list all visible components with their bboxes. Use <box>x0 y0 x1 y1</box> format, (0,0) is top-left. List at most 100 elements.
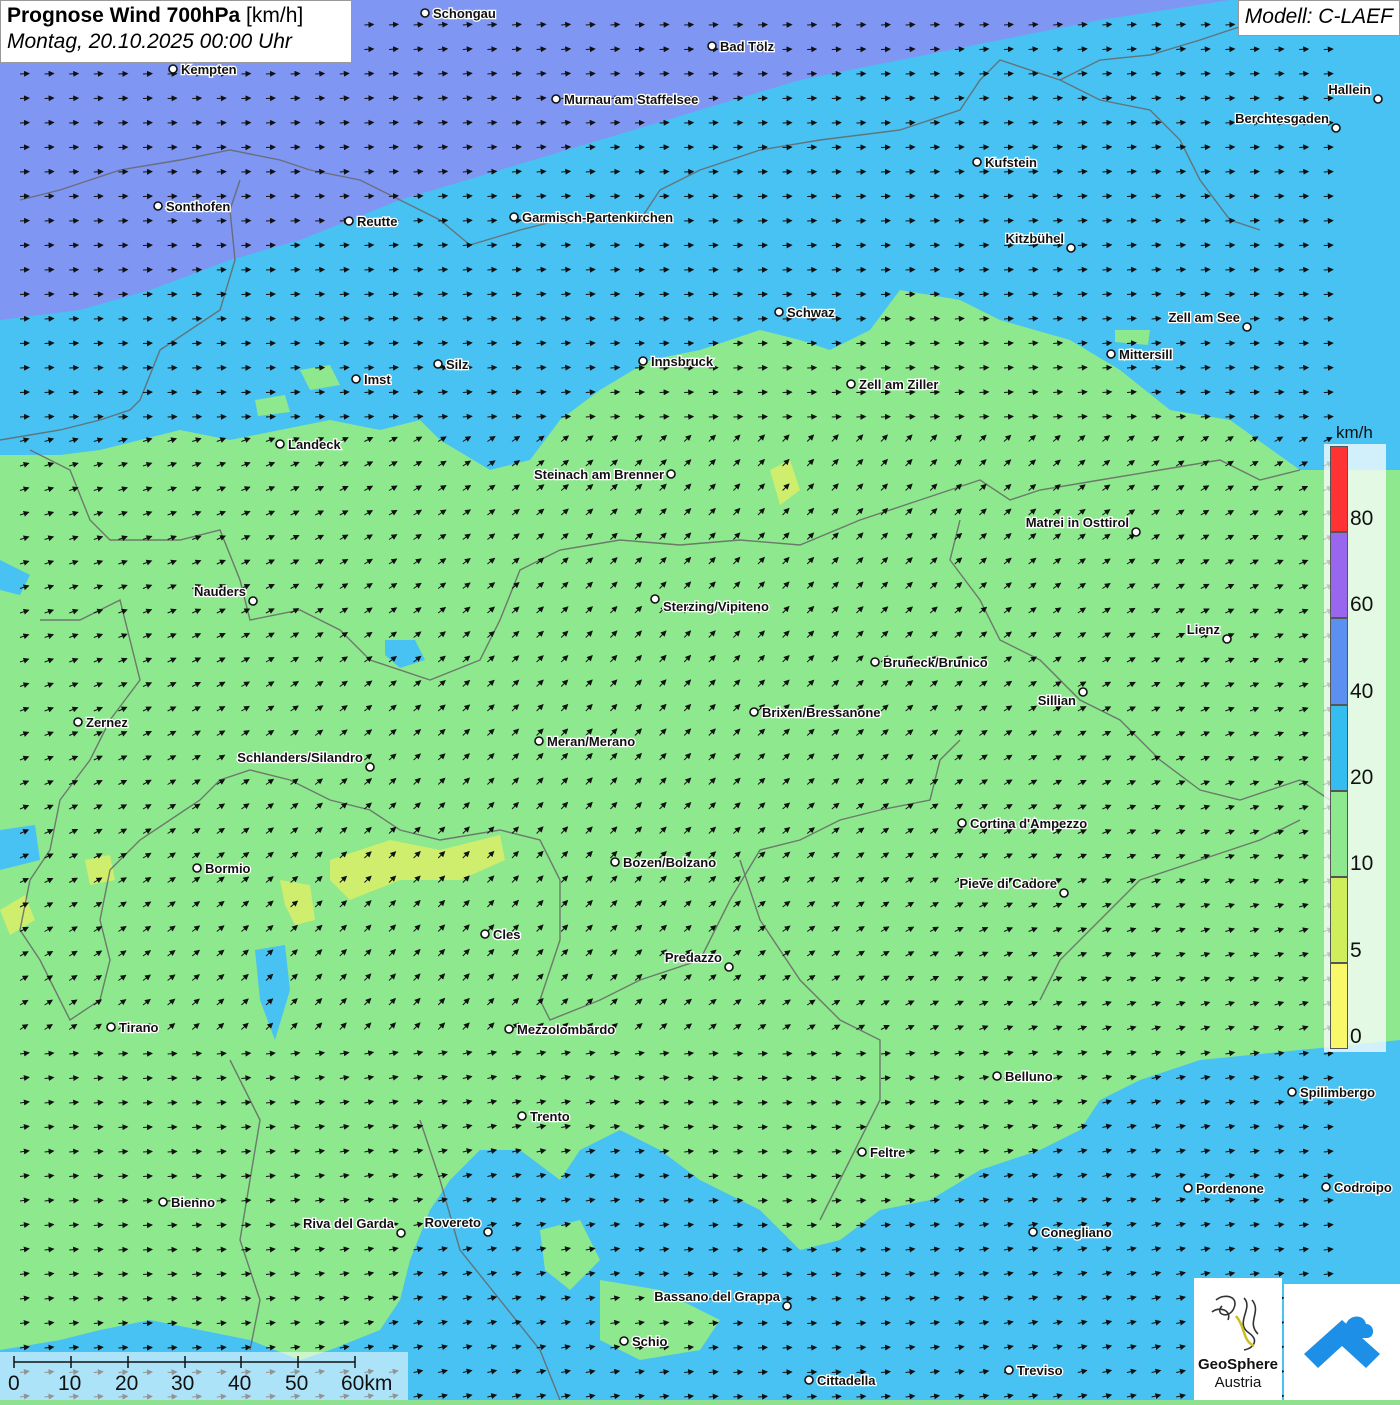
wind-arrow <box>192 1053 201 1054</box>
city-dot <box>639 357 647 365</box>
wind-arrow <box>930 196 939 197</box>
wind-arrow <box>20 417 29 418</box>
wind-arrow <box>1029 73 1038 74</box>
city-dot <box>397 1229 405 1237</box>
wind-arrow <box>955 73 964 74</box>
wind-arrow <box>979 269 988 270</box>
wind-arrow <box>118 1200 127 1201</box>
wind-arrow <box>906 196 915 197</box>
city-dot <box>858 1148 866 1156</box>
city-dot <box>1132 528 1140 536</box>
wind-arrow <box>1299 245 1308 246</box>
wind-arrow <box>1201 392 1210 393</box>
wind-arrow <box>1176 73 1185 74</box>
wind-arrow <box>979 245 988 246</box>
wind-arrow <box>1078 147 1087 148</box>
wind-arrow <box>783 1323 792 1324</box>
wind-arrow <box>906 25 915 26</box>
wind-arrow <box>315 172 324 173</box>
wind-arrow <box>143 1078 152 1079</box>
wind-arrow <box>364 196 373 197</box>
city-marker[interactable]: Cortina d'Ampezzo <box>958 816 1087 831</box>
wind-arrow <box>192 1078 201 1079</box>
wind-arrow <box>1127 24 1136 25</box>
wind-arrow <box>561 318 570 319</box>
wind-arrow <box>660 392 669 393</box>
city-marker[interactable]: Innsbruck <box>639 354 714 369</box>
wind-arrow <box>414 147 423 148</box>
wind-arrow <box>979 196 988 197</box>
wind-arrow <box>955 122 964 123</box>
city-label: Schio <box>632 1334 667 1349</box>
city-marker[interactable]: Mezzolombardo <box>505 1022 615 1037</box>
wind-arrow <box>1201 269 1210 270</box>
city-marker[interactable]: Pordenone <box>1184 1181 1264 1196</box>
city-label: Bormio <box>205 861 251 876</box>
city-marker[interactable]: Meran/Merano <box>535 734 635 749</box>
city-label: Zell am Ziller <box>859 377 938 392</box>
city-marker[interactable]: Conegliano <box>1029 1225 1112 1240</box>
wind-arrow <box>20 343 29 344</box>
wind-arrow <box>414 269 423 270</box>
wind-arrow <box>20 319 29 320</box>
legend-swatch <box>1330 618 1348 704</box>
wind-arrow <box>660 172 669 173</box>
wind-arrow <box>1004 318 1013 319</box>
wind-arrow <box>832 1151 841 1152</box>
wind-arrow <box>487 196 496 197</box>
wind-arrow <box>315 343 324 344</box>
wind-arrow <box>1299 417 1308 418</box>
wind-arrow <box>438 294 447 295</box>
city-marker[interactable]: Bozen/Bolzano <box>611 855 716 870</box>
wind-arrow <box>758 1053 767 1054</box>
wind-arrow <box>955 367 964 368</box>
wind-arrow <box>807 1298 816 1299</box>
wind-arrow <box>783 1249 792 1250</box>
city-marker[interactable]: Brixen/Bressanone <box>750 705 881 720</box>
wind-arrow <box>1053 122 1062 123</box>
city-marker[interactable]: Bruneck/Brunico <box>871 655 988 670</box>
city-marker[interactable]: Murnau am Staffelsee <box>552 92 698 107</box>
wind-arrow <box>20 123 29 124</box>
wind-arrow <box>1250 73 1259 74</box>
city-label: Mittersill <box>1119 347 1172 362</box>
wind-arrow <box>340 416 349 417</box>
city-marker[interactable]: Schongau <box>421 6 496 21</box>
wind-arrow <box>192 1347 201 1348</box>
app-logo[interactable] <box>1284 1284 1400 1400</box>
city-marker[interactable]: Garmisch-Partenkirchen <box>510 210 673 225</box>
wind-arrow <box>512 294 521 295</box>
wind-arrow <box>955 294 964 295</box>
wind-arrow <box>758 1323 767 1324</box>
wind-arrow <box>463 245 472 246</box>
wind-arrow <box>266 221 275 222</box>
wind-arrow <box>45 417 54 418</box>
wind-arrow <box>118 1151 127 1152</box>
wind-arrow <box>832 1274 841 1275</box>
city-dot <box>973 158 981 166</box>
city-marker[interactable]: Steinach am Brenner <box>534 467 675 482</box>
city-marker[interactable]: Zell am Ziller <box>847 377 938 392</box>
legend-unit: km/h <box>1336 423 1373 443</box>
city-dot <box>249 597 257 605</box>
wind-arrow <box>979 318 988 319</box>
city-dot <box>481 930 489 938</box>
city-dot <box>107 1023 115 1031</box>
geosphere-logo[interactable]: GeoSphere Austria <box>1194 1278 1282 1400</box>
wind-arrow <box>537 245 546 246</box>
wind-arrow <box>832 1249 841 1250</box>
wind-map[interactable]: SchongauBad TölzKemptenMurnau am Staffel… <box>0 0 1400 1400</box>
wind-arrow <box>635 270 644 271</box>
city-label: Garmisch-Partenkirchen <box>522 210 673 225</box>
wind-arrow <box>1176 24 1185 25</box>
city-label: Zernez <box>86 715 128 730</box>
city-marker[interactable]: Spilimbergo <box>1288 1085 1375 1100</box>
wind-arrow <box>192 1225 201 1226</box>
city-marker[interactable]: Sonthofen <box>154 199 230 214</box>
wind-arrow <box>906 417 915 418</box>
legend-label: 80 <box>1350 507 1373 531</box>
wind-arrow <box>1053 24 1062 25</box>
wind-arrow <box>364 171 373 172</box>
legend-label: 5 <box>1350 939 1362 963</box>
wind-arrow <box>192 1274 201 1275</box>
